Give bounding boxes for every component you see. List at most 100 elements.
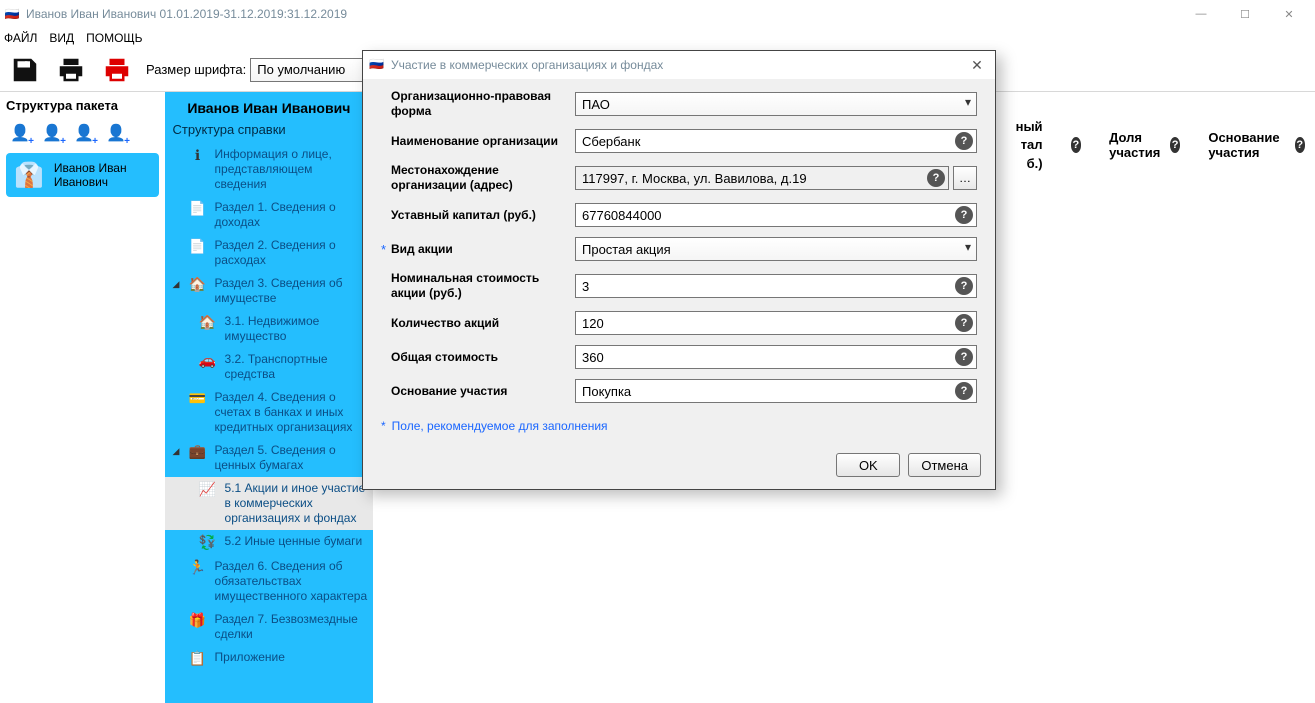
tree-item[interactable]: ◢💼Раздел 5. Сведения о ценных бумагах xyxy=(165,439,374,477)
info-icon[interactable]: ? xyxy=(955,206,973,224)
info-icon[interactable]: ? xyxy=(955,314,973,332)
tree-item[interactable]: 📈5.1 Акции и иное участие в коммерческих… xyxy=(165,477,374,530)
col-header-2a: ный xyxy=(1016,120,1043,134)
menu-file[interactable]: ФАЙЛ xyxy=(4,31,37,45)
org-form-label: Организационно-правовая форма xyxy=(391,89,575,119)
tree-item-icon: 📄 xyxy=(189,200,207,217)
share-type-label: Вид акции xyxy=(391,242,575,257)
font-size-label: Размер шрифта: xyxy=(146,62,246,77)
tree-item-icon: 💳 xyxy=(189,390,207,407)
expand-icon[interactable] xyxy=(173,612,181,615)
cancel-button[interactable]: Отмена xyxy=(908,453,981,477)
tree-item-label: Приложение xyxy=(215,650,368,665)
tree-item[interactable]: 🏠3.1. Недвижимое имущество xyxy=(165,310,374,348)
col-header-4: Основание участия xyxy=(1208,130,1290,160)
expand-icon[interactable]: ◢ xyxy=(173,276,181,290)
share-type-select[interactable] xyxy=(575,237,977,261)
org-form-select[interactable] xyxy=(575,92,977,116)
org-name-input[interactable] xyxy=(575,129,977,153)
address-browse-button[interactable]: … xyxy=(953,166,977,190)
help-icon[interactable]: ? xyxy=(1295,137,1305,153)
font-size-select[interactable] xyxy=(250,58,380,82)
maximize-button[interactable]: ☐ xyxy=(1223,0,1267,28)
minimize-button[interactable]: — xyxy=(1179,0,1223,28)
tree-item[interactable]: ◢🏠Раздел 3. Сведения об имуществе xyxy=(165,272,374,310)
count-label: Количество акций xyxy=(391,316,575,331)
basis-label: Основание участия xyxy=(391,384,575,399)
app-icon: 🇷🇺 xyxy=(4,6,20,22)
participation-dialog: 🇷🇺 Участие в коммерческих организациях и… xyxy=(362,50,996,490)
info-icon[interactable]: ? xyxy=(955,382,973,400)
person-card[interactable]: 👔 Иванов Иван Иванович xyxy=(6,153,159,197)
tree-item[interactable]: 📋Приложение xyxy=(165,646,374,671)
tree-subtitle: Структура справки xyxy=(165,120,374,143)
col-header-2b: тал xyxy=(1021,138,1043,152)
col-header-2c: б.) xyxy=(1027,157,1043,171)
tree-item[interactable]: 📄 Раздел 2. Сведения о расходах xyxy=(165,234,374,272)
tree-item[interactable]: 🎁Раздел 7. Безвозмездные сделки xyxy=(165,608,374,646)
tree-item-icon: 🏠 xyxy=(199,314,217,331)
tree-item[interactable]: 🚗3.2. Транспортные средства xyxy=(165,348,374,386)
tree-item-label: Раздел 7. Безвозмездные сделки xyxy=(215,612,368,642)
expand-icon[interactable] xyxy=(173,200,181,203)
expand-icon[interactable]: ◢ xyxy=(173,443,181,457)
dialog-close-button[interactable]: ✕ xyxy=(965,57,989,74)
expand-icon[interactable] xyxy=(173,147,181,150)
tree-item-icon: 🏃 xyxy=(189,559,207,576)
help-icon[interactable]: ? xyxy=(1170,137,1180,153)
add-person-self-icon[interactable]: 👤+ xyxy=(8,121,32,145)
dialog-title: Участие в коммерческих организациях и фо… xyxy=(391,58,965,72)
print-color-button[interactable] xyxy=(96,51,138,89)
window-titlebar: 🇷🇺 Иванов Иван Иванович 01.01.2019-31.12… xyxy=(0,0,1315,28)
tree-item-icon: 📄 xyxy=(189,238,207,255)
printer-color-icon xyxy=(102,55,132,85)
info-icon[interactable]: ? xyxy=(927,169,945,187)
add-person-spouse-icon[interactable]: 👤+ xyxy=(40,121,64,145)
basis-input[interactable] xyxy=(575,379,977,403)
printer-icon xyxy=(56,55,86,85)
capital-label: Уставный капитал (руб.) xyxy=(391,208,575,223)
count-input[interactable] xyxy=(575,311,977,335)
expand-icon[interactable] xyxy=(173,390,181,393)
expand-icon[interactable] xyxy=(173,238,181,241)
info-icon[interactable]: ? xyxy=(955,277,973,295)
tree-item-label: Раздел 6. Сведения об обязательствах иму… xyxy=(215,559,368,604)
tree-item-label: Раздел 3. Сведения об имуществе xyxy=(215,276,368,306)
print-button[interactable] xyxy=(50,51,92,89)
tree-title: Иванов Иван Иванович xyxy=(165,100,374,120)
tree-item[interactable]: ℹИнформация о лице, представляющем сведе… xyxy=(165,143,374,196)
add-person-child2-icon[interactable]: 👤+ xyxy=(104,121,128,145)
expand-icon[interactable] xyxy=(173,559,181,562)
hint-text: Поле, рекомендуемое для заполнения xyxy=(392,419,608,433)
address-input[interactable] xyxy=(575,166,949,190)
tree-item[interactable]: 🏃 Раздел 6. Сведения об обязательствах им… xyxy=(165,555,374,608)
menu-view[interactable]: ВИД xyxy=(49,31,74,45)
person-card-name: Иванов Иван Иванович xyxy=(54,161,151,189)
tree-item-icon: 📈 xyxy=(199,481,217,498)
hint-row: *Поле, рекомендуемое для заполнения xyxy=(381,413,977,433)
tree-item-label: Раздел 5. Сведения о ценных бумагах xyxy=(215,443,368,473)
expand-icon[interactable] xyxy=(173,650,181,653)
col-header-3: Доля участия xyxy=(1109,130,1166,160)
ok-button[interactable]: OK xyxy=(836,453,900,477)
save-button[interactable] xyxy=(4,51,46,89)
tree-item[interactable]: 📄Раздел 1. Сведения о доходах xyxy=(165,196,374,234)
add-person-child1-icon[interactable]: 👤+ xyxy=(72,121,96,145)
tree-item-icon: 🚗 xyxy=(199,352,217,369)
window-title: Иванов Иван Иванович 01.01.2019-31.12.20… xyxy=(26,7,1179,21)
close-window-button[interactable]: ✕ xyxy=(1267,0,1311,28)
tree-item-label: Раздел 4. Сведения о счетах в банках и и… xyxy=(215,390,368,435)
capital-input[interactable] xyxy=(575,203,977,227)
nominal-input[interactable] xyxy=(575,274,977,298)
menu-help[interactable]: ПОМОЩЬ xyxy=(86,31,142,45)
info-icon[interactable]: ? xyxy=(955,348,973,366)
total-input[interactable] xyxy=(575,345,977,369)
person-avatar-icon: 👔 xyxy=(14,159,44,191)
tree-item-label: Информация о лице, представляющем сведен… xyxy=(215,147,368,192)
help-icon[interactable]: ? xyxy=(1071,137,1082,153)
floppy-icon xyxy=(10,55,40,85)
tree-item-label: Раздел 2. Сведения о расходах xyxy=(215,238,368,268)
tree-item[interactable]: 💱5.2 Иные ценные бумаги xyxy=(165,530,374,555)
info-icon[interactable]: ? xyxy=(955,132,973,150)
tree-item[interactable]: 💳 Раздел 4. Сведения о счетах в банках и … xyxy=(165,386,374,439)
